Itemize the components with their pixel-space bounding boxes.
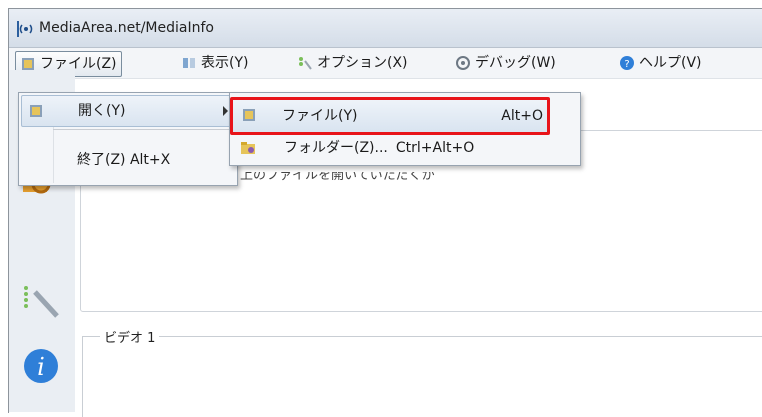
menu-item-exit[interactable]: 終了(Z) Alt+X: [21, 145, 235, 175]
submenu-arrow-icon: [223, 106, 228, 116]
sheet-view-icon[interactable]: [23, 284, 63, 324]
debug-icon: [456, 56, 470, 70]
file-icon: [243, 109, 255, 121]
help-icon: ?: [620, 56, 634, 70]
video-group-label: ビデオ 1: [100, 327, 160, 346]
submenu-item-folder[interactable]: フォルダー(Z)... Ctrl+Alt+O: [232, 133, 578, 163]
svg-text:?: ?: [624, 59, 629, 70]
menu-separator: [53, 129, 233, 130]
submenu-item-file[interactable]: ファイル(Y) Alt+O: [230, 97, 550, 135]
menu-bar: ファイル(Z) 表示(Y) オプション(X) デバッグ(W) ? ヘルプ(V): [9, 48, 762, 79]
menu-item-open[interactable]: 開く(Y): [21, 95, 235, 127]
menu-view[interactable]: 表示(Y): [177, 51, 252, 75]
title-bar[interactable]: MediaArea.net/MediaInfo: [9, 9, 762, 48]
file-dropdown-menu: 開く(Y) 終了(Z) Alt+X: [18, 92, 238, 186]
mediainfo-app-icon: [17, 21, 33, 37]
info-icon[interactable]: i: [23, 348, 59, 384]
svg-text:i: i: [37, 353, 45, 381]
menu-help[interactable]: ? ヘルプ(V): [615, 51, 706, 75]
open-submenu: ファイル(Y) Alt+O フォルダー(Z)... Ctrl+Alt+O: [229, 92, 581, 166]
open-icon: [30, 105, 42, 117]
window-title: MediaArea.net/MediaInfo: [39, 20, 214, 36]
menu-debug[interactable]: デバッグ(W): [451, 51, 560, 75]
menu-options[interactable]: オプション(X): [293, 51, 412, 75]
video-group-box: [82, 336, 762, 417]
view-icon: [183, 58, 195, 68]
folder-icon: [241, 142, 255, 154]
options-icon: [299, 57, 312, 70]
